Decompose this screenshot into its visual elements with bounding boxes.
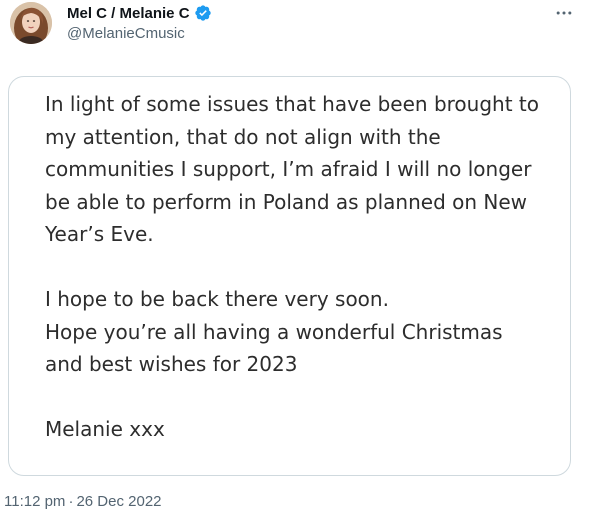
statement-line: Hope you’re all having a wonderful Chris… <box>45 319 503 344</box>
tweet-page: Mel C / Melanie C @MelanieCmusic In ligh… <box>0 0 592 514</box>
statement-line: communities I support, I’m afraid I will… <box>45 157 532 181</box>
user-handle[interactable]: @MelanieCmusic <box>67 25 185 42</box>
statement-line: and best wishes for 2023 <box>45 352 298 376</box>
avatar-image <box>10 2 52 44</box>
tweet-date: 26 Dec 2022 <box>76 493 162 510</box>
tweet-media-image[interactable]: In light of some issues that have been b… <box>8 76 571 476</box>
display-name[interactable]: Mel C / Melanie C <box>67 5 190 22</box>
timestamp-separator: · <box>68 493 74 510</box>
tweet-header: Mel C / Melanie C @MelanieCmusic <box>0 0 592 52</box>
statement-line: be able to perform in Poland as planned … <box>45 189 528 214</box>
statement-line: I hope to be back there very soon. <box>45 287 389 311</box>
statement-text: In light of some issues that have been b… <box>45 88 560 446</box>
more-horizontal-icon[interactable] <box>552 3 576 23</box>
statement-signoff: Melanie xxx <box>45 417 165 441</box>
statement-line: my attention, that do not align with the <box>45 124 441 149</box>
statement-line: In light of some issues that have been b… <box>45 92 539 116</box>
tweet-timestamp[interactable]: 11:12 pm · 26 Dec 2022 <box>4 493 162 510</box>
statement-line: Year’s Eve. <box>45 222 154 246</box>
verified-badge-icon <box>194 4 212 22</box>
tweet-time: 11:12 pm <box>4 493 66 510</box>
name-row: Mel C / Melanie C <box>67 2 212 24</box>
avatar[interactable] <box>10 2 52 44</box>
